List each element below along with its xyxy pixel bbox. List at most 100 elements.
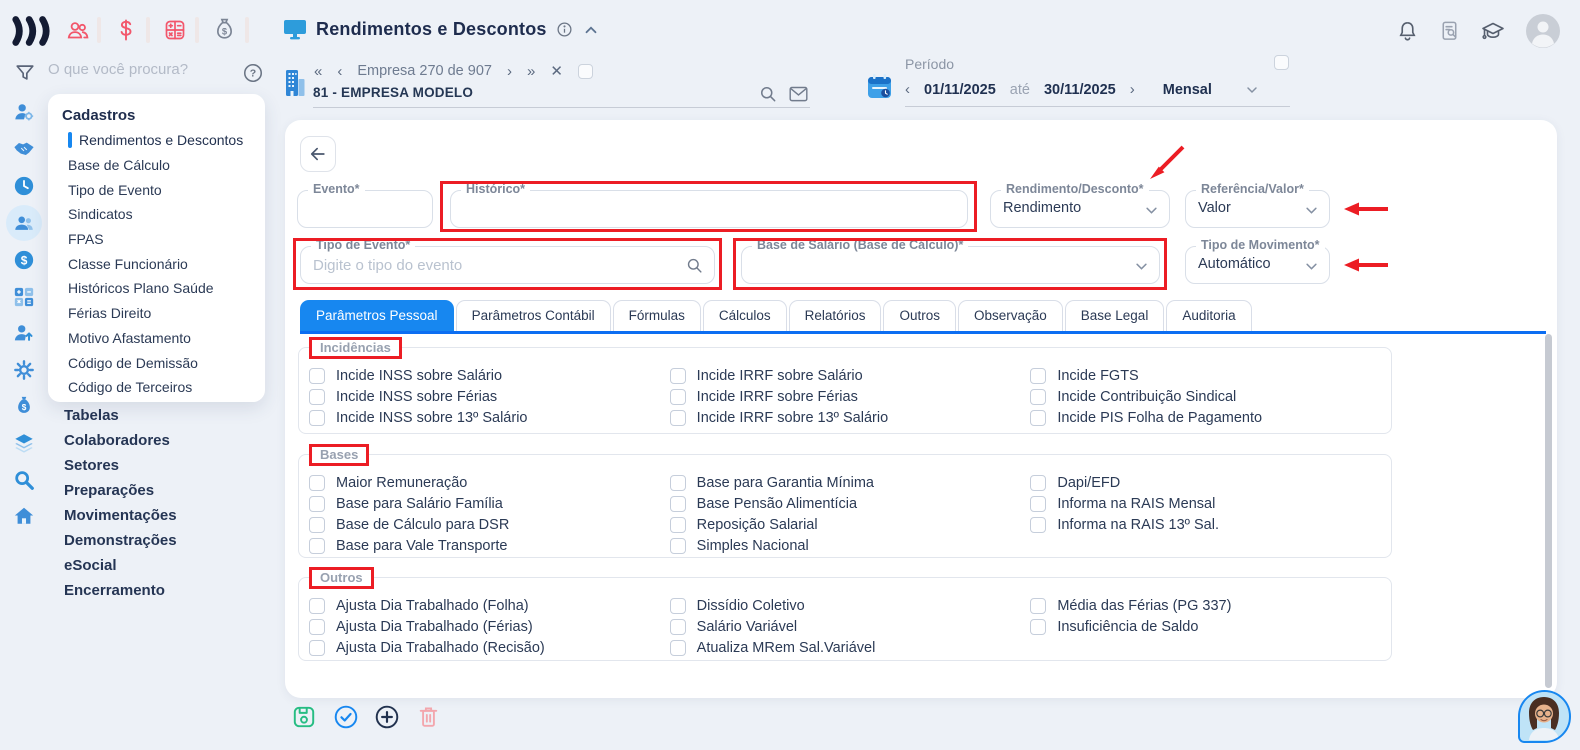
company-first-button[interactable]: « <box>314 63 322 80</box>
period-end-date[interactable]: 30/11/2025 <box>1044 82 1116 98</box>
period-mode-select[interactable]: Mensal <box>1163 82 1212 98</box>
company-checkbox[interactable] <box>578 64 593 79</box>
save-icon[interactable] <box>291 704 317 730</box>
company-search-icon[interactable] <box>758 84 778 104</box>
layers-icon[interactable] <box>13 432 35 454</box>
checkbox-incide-irrf-salario[interactable]: Incide IRRF sobre Salário <box>670 368 1031 384</box>
evento-field[interactable]: Evento* <box>297 190 433 228</box>
calculator-module-icon[interactable] <box>163 18 187 42</box>
checkbox-simples-nacional[interactable]: Simples Nacional <box>670 538 1031 554</box>
chevron-down-icon[interactable] <box>1244 82 1260 98</box>
checkbox-maior-remuneracao[interactable]: Maior Remuneração <box>309 475 670 491</box>
tab-calculos[interactable]: Cálculos <box>703 300 787 331</box>
checkbox-base-garantia-minima[interactable]: Base para Garantia Mínima <box>670 475 1031 491</box>
base-salario-select[interactable]: Base de Salário (Base de Cálculo)* <box>741 246 1160 284</box>
sidebar-item-rendimentos-e-descontos[interactable]: Rendimentos e Descontos <box>48 128 265 153</box>
company-prev-button[interactable]: ‹ <box>337 63 342 80</box>
period-checkbox[interactable] <box>1274 55 1289 70</box>
checkbox-incide-pis[interactable]: Incide PIS Folha de Pagamento <box>1030 410 1391 426</box>
chevron-down-icon[interactable] <box>1304 259 1319 274</box>
company-next-button[interactable]: › <box>507 63 512 80</box>
chevron-down-icon[interactable] <box>1134 259 1149 274</box>
support-avatar[interactable] <box>1518 690 1571 743</box>
checkbox-dissidio-coletivo[interactable]: Dissídio Coletivo <box>670 598 1031 614</box>
chevron-up-icon[interactable] <box>582 21 600 39</box>
mail-icon[interactable] <box>788 85 809 104</box>
checkbox-base-pensao-alimenticia[interactable]: Base Pensão Alimentícia <box>670 496 1031 512</box>
tab-observacao[interactable]: Observação <box>958 300 1063 331</box>
confirm-icon[interactable] <box>333 704 359 730</box>
sidebar-item-base-de-calculo[interactable]: Base de Cálculo <box>48 153 265 178</box>
add-icon[interactable] <box>374 704 400 730</box>
app-logo[interactable] <box>10 16 56 46</box>
vertical-scrollbar[interactable] <box>1545 334 1552 688</box>
period-start-date[interactable]: 01/11/2025 <box>924 82 996 98</box>
help-icon[interactable]: ? <box>242 62 264 84</box>
sidebar-item-tipo-de-evento[interactable]: Tipo de Evento <box>48 177 265 202</box>
dollar-module-icon[interactable] <box>114 18 138 42</box>
sidebar-group-encerramento[interactable]: Encerramento <box>64 578 177 603</box>
checkbox-insuficiencia-saldo[interactable]: Insuficiência de Saldo <box>1030 619 1391 635</box>
tab-auditoria[interactable]: Auditoria <box>1166 300 1251 331</box>
tab-outros[interactable]: Outros <box>883 300 956 331</box>
tab-relatorios[interactable]: Relatórios <box>789 300 882 331</box>
user-promote-icon[interactable] <box>13 322 35 344</box>
home-icon[interactable] <box>13 505 35 527</box>
user-avatar[interactable] <box>1525 13 1561 49</box>
period-prev-button[interactable]: ‹ <box>905 81 910 98</box>
company-last-button[interactable]: » <box>527 63 535 80</box>
sidebar-group-tabelas[interactable]: Tabelas <box>64 403 177 428</box>
chevron-down-icon[interactable] <box>1304 203 1319 218</box>
tipo-evento-input[interactable] <box>313 248 652 282</box>
tab-parametros-contabil[interactable]: Parâmetros Contábil <box>456 300 611 331</box>
sidebar-item-codigo-de-demissao[interactable]: Código de Demissão <box>48 350 265 375</box>
clock-icon[interactable] <box>13 175 35 197</box>
tab-parametros-pessoal[interactable]: Parâmetros Pessoal <box>300 300 454 331</box>
global-search-input[interactable] <box>48 61 228 78</box>
sidebar-item-fpas[interactable]: FPAS <box>48 227 265 252</box>
checkbox-ajusta-dia-recisao[interactable]: Ajusta Dia Trabalhado (Recisão) <box>309 640 670 656</box>
filter-icon[interactable] <box>14 62 36 84</box>
info-icon[interactable] <box>556 21 573 38</box>
people-rail-icon[interactable] <box>13 212 35 234</box>
sidebar-group-demonstracoes[interactable]: Demonstrações <box>64 528 177 553</box>
sidebar-item-classe-funcionario[interactable]: Classe Funcionário <box>48 251 265 276</box>
document-search-icon[interactable] <box>1438 19 1461 43</box>
delete-icon[interactable] <box>416 704 441 730</box>
gear-icon[interactable] <box>13 359 35 381</box>
sidebar-group-setores[interactable]: Setores <box>64 453 177 478</box>
sidebar-item-sindicatos[interactable]: Sindicatos <box>48 202 265 227</box>
chevron-down-icon[interactable] <box>1144 203 1159 218</box>
money-bag-module-icon[interactable]: $ <box>212 17 237 43</box>
checkbox-base-vale-transporte[interactable]: Base para Vale Transporte <box>309 538 670 554</box>
bell-icon[interactable] <box>1396 19 1419 43</box>
company-clear-button[interactable]: ✕ <box>550 62 563 80</box>
sidebar-item-ferias-direito[interactable]: Férias Direito <box>48 301 265 326</box>
checkbox-incide-inss-13[interactable]: Incide INSS sobre 13º Salário <box>309 410 670 426</box>
tab-base-legal[interactable]: Base Legal <box>1065 300 1165 331</box>
checkbox-reposicao-salarial[interactable]: Reposição Salarial <box>670 517 1031 533</box>
checkbox-incide-contribuicao-sindical[interactable]: Incide Contribuição Sindical <box>1030 389 1391 405</box>
search-icon[interactable] <box>685 256 704 275</box>
checkbox-media-ferias-pg337[interactable]: Média das Férias (PG 337) <box>1030 598 1391 614</box>
tab-formulas[interactable]: Fórmulas <box>613 300 701 331</box>
graduation-cap-icon[interactable] <box>1480 19 1506 43</box>
back-button[interactable] <box>300 136 336 172</box>
checkbox-atualiza-mrem[interactable]: Atualiza MRem Sal.Variável <box>670 640 1031 656</box>
checkbox-incide-inss-ferias[interactable]: Incide INSS sobre Férias <box>309 389 670 405</box>
search-rail-icon[interactable] <box>13 469 35 491</box>
sidebar-group-preparacoes[interactable]: Preparações <box>64 478 177 503</box>
historico-field[interactable]: Histórico* <box>450 190 968 228</box>
checkbox-ajusta-dia-folha[interactable]: Ajusta Dia Trabalhado (Folha) <box>309 598 670 614</box>
sidebar-group-esocial[interactable]: eSocial <box>64 553 177 578</box>
tipo-evento-field[interactable]: Tipo de Evento* <box>300 246 715 284</box>
referencia-valor-select[interactable]: Referência/Valor* Valor <box>1185 190 1330 228</box>
checkbox-incide-inss-salario[interactable]: Incide INSS sobre Salário <box>309 368 670 384</box>
checkbox-incide-fgts[interactable]: Incide FGTS <box>1030 368 1391 384</box>
rendimento-desconto-select[interactable]: Rendimento/Desconto* Rendimento <box>990 190 1170 228</box>
checkbox-ajusta-dia-ferias[interactable]: Ajusta Dia Trabalhado (Férias) <box>309 619 670 635</box>
sidebar-group-movimentacoes[interactable]: Movimentações <box>64 503 177 528</box>
checkbox-informa-rais-13[interactable]: Informa na RAIS 13º Sal. <box>1030 517 1391 533</box>
checkbox-base-calculo-dsr[interactable]: Base de Cálculo para DSR <box>309 517 670 533</box>
checkbox-incide-irrf-13[interactable]: Incide IRRF sobre 13º Salário <box>670 410 1031 426</box>
